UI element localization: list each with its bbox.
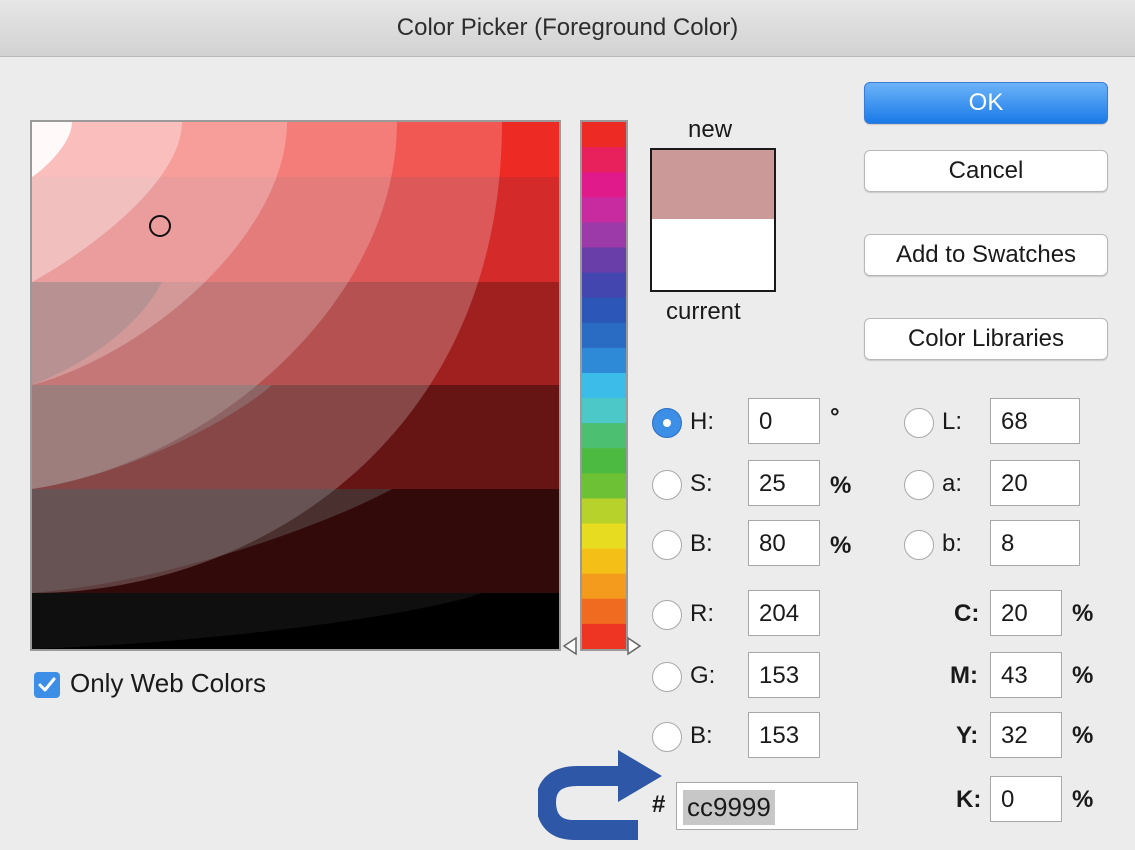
saturation-label: S: xyxy=(690,470,713,497)
brightness-label: B: xyxy=(690,530,713,557)
color-marker[interactable] xyxy=(149,215,171,237)
add-to-swatches-button[interactable]: Add to Swatches xyxy=(864,234,1108,276)
percent-unit: % xyxy=(830,532,852,559)
hex-input[interactable]: cc9999 xyxy=(676,782,858,830)
green-radio[interactable] xyxy=(652,662,682,692)
hue-label: H: xyxy=(690,408,714,435)
cyan-label: C: xyxy=(954,600,980,627)
brightness-input[interactable]: 80 xyxy=(748,520,820,566)
hue-band xyxy=(582,423,626,449)
b-channel-radio[interactable] xyxy=(904,530,934,560)
ok-button[interactable]: OK xyxy=(864,82,1108,124)
cancel-button[interactable]: Cancel xyxy=(864,150,1108,192)
hue-band xyxy=(582,322,626,349)
a-channel-input[interactable]: 20 xyxy=(990,460,1080,506)
hue-band xyxy=(582,398,626,424)
a-channel-label: a: xyxy=(942,470,963,497)
hue-band xyxy=(582,297,626,324)
hue-band xyxy=(582,172,626,198)
cyan-input[interactable]: 20 xyxy=(990,590,1062,636)
hue-band xyxy=(582,623,626,649)
hue-band xyxy=(582,122,626,148)
black-label: K: xyxy=(956,786,982,813)
hue-band xyxy=(582,197,626,223)
red-radio[interactable] xyxy=(652,600,682,630)
hue-band xyxy=(582,448,626,474)
new-color-swatch xyxy=(652,150,774,219)
percent-unit: % xyxy=(1072,722,1094,749)
hex-value-selected[interactable]: cc9999 xyxy=(683,790,775,825)
hue-band xyxy=(582,347,626,374)
hue-band xyxy=(582,473,626,500)
hue-band xyxy=(582,147,626,173)
black-input[interactable]: 0 xyxy=(990,776,1062,822)
brightness-radio[interactable] xyxy=(652,530,682,560)
current-label: current xyxy=(666,298,741,325)
checkmark-icon xyxy=(38,677,56,692)
color-libraries-button[interactable]: Color Libraries xyxy=(864,318,1108,360)
new-label: new xyxy=(688,116,733,143)
a-channel-radio[interactable] xyxy=(904,470,934,500)
lightness-label: L: xyxy=(942,408,963,435)
hue-band xyxy=(582,272,626,299)
slider-right-arrow-icon[interactable] xyxy=(626,636,642,656)
yellow-label: Y: xyxy=(956,722,979,749)
color-field-canvas[interactable] xyxy=(32,122,559,649)
title-bar: Color Picker (Foreground Color) xyxy=(0,0,1135,57)
degree-unit: ° xyxy=(830,404,840,431)
hue-band xyxy=(582,523,626,550)
hue-band xyxy=(582,573,626,600)
lightness-radio[interactable] xyxy=(904,408,934,438)
dialog-title: Color Picker (Foreground Color) xyxy=(396,14,739,41)
percent-unit: % xyxy=(1072,786,1094,813)
hue-input[interactable]: 0 xyxy=(748,398,820,444)
lightness-input[interactable]: 68 xyxy=(990,398,1080,444)
hue-slider[interactable] xyxy=(580,120,628,651)
blue-input[interactable]: 153 xyxy=(748,712,820,758)
hue-band xyxy=(582,548,626,575)
yellow-input[interactable]: 32 xyxy=(990,712,1062,758)
hue-band xyxy=(582,247,626,274)
hue-band xyxy=(582,498,626,525)
percent-unit: % xyxy=(830,472,852,499)
saturation-input[interactable]: 25 xyxy=(748,460,820,506)
percent-unit: % xyxy=(1072,600,1094,627)
hex-hash-label: # xyxy=(652,791,666,818)
color-field[interactable] xyxy=(30,120,561,651)
only-web-colors-checkbox[interactable] xyxy=(34,672,60,698)
hue-band xyxy=(582,598,626,625)
green-input[interactable]: 153 xyxy=(748,652,820,698)
hue-strip[interactable] xyxy=(582,122,626,649)
saturation-radio[interactable] xyxy=(652,470,682,500)
hue-band xyxy=(582,222,626,249)
green-label: G: xyxy=(690,662,716,689)
magenta-label: M: xyxy=(950,662,978,689)
red-label: R: xyxy=(690,600,714,627)
curved-arrow-icon xyxy=(538,750,662,840)
magenta-input[interactable]: 43 xyxy=(990,652,1062,698)
b-channel-label: b: xyxy=(942,530,963,557)
slider-left-arrow-icon[interactable] xyxy=(562,636,578,656)
hue-radio[interactable] xyxy=(652,408,682,438)
blue-label: B: xyxy=(690,722,713,749)
only-web-colors-label[interactable]: Only Web Colors xyxy=(70,668,266,699)
hue-band xyxy=(582,372,626,399)
swatch-preview xyxy=(650,148,776,292)
b-channel-input[interactable]: 8 xyxy=(990,520,1080,566)
percent-unit: % xyxy=(1072,662,1094,689)
current-color-swatch[interactable] xyxy=(652,219,774,290)
red-input[interactable]: 204 xyxy=(748,590,820,636)
